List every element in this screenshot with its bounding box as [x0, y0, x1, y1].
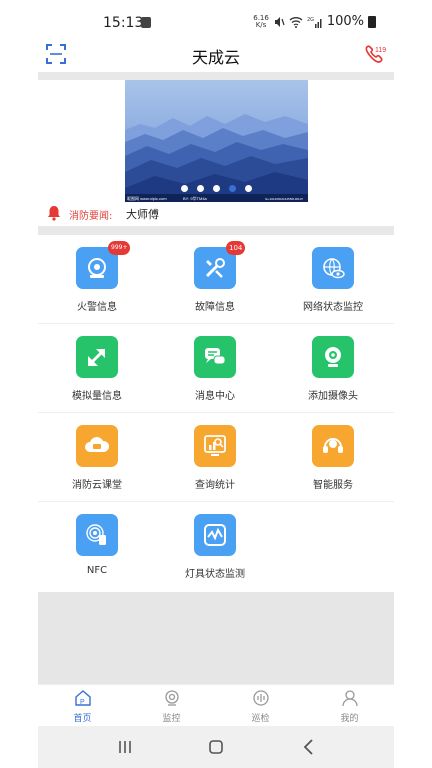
- grid-item-label: 灯具状态监测: [185, 569, 245, 580]
- news-text[interactable]: 大师傅: [126, 206, 159, 222]
- feature-grid: 999+ 火警信息 104 故障信息 网络状态监控模拟量信息 消息中心 添加摄像头消防云课堂…: [38, 235, 394, 591]
- carousel-dots: [125, 185, 308, 192]
- grid-row: NFC 灯具状态监测: [38, 502, 394, 591]
- grid-item-label: NFC: [86, 565, 108, 576]
- system-nav-bar: [38, 726, 394, 768]
- svg-text:P: P: [80, 699, 85, 706]
- grid-item-label: 消防云课堂: [72, 480, 122, 491]
- chat-icon: [194, 336, 236, 378]
- carousel-dot[interactable]: [181, 185, 188, 192]
- carousel-dot[interactable]: [213, 185, 220, 192]
- grid-row: 模拟量信息 消息中心 添加摄像头: [38, 324, 394, 413]
- grid-item[interactable]: 消防云课堂: [38, 413, 156, 501]
- nav-item-label: 巡检: [251, 714, 270, 724]
- grid-item[interactable]: 999+ 火警信息: [38, 235, 156, 323]
- grid-item[interactable]: 查询统计: [156, 413, 274, 501]
- net-speed-unit: K/s: [255, 20, 267, 29]
- nav-item-label: 首页: [73, 714, 92, 724]
- divider-strip: [38, 72, 394, 80]
- carousel-dot[interactable]: [245, 185, 252, 192]
- page-title: 天成云: [191, 48, 240, 67]
- grid-item[interactable]: 模拟量信息: [38, 324, 156, 412]
- grid-row: 999+ 火警信息 104 故障信息 网络状态监控: [38, 235, 394, 324]
- status-right: 6.16 K/s 2G 100%: [253, 14, 376, 29]
- recents-icon[interactable]: [114, 736, 136, 758]
- grid-item-label: 故障信息: [195, 302, 235, 313]
- divider-strip-2: [38, 226, 394, 235]
- nav-item-label: 监控: [162, 714, 181, 724]
- home-button-icon[interactable]: [205, 736, 227, 758]
- banner-carousel[interactable]: 昵图网 www.nipic.com BY: 9华TM4a No.20140602…: [125, 80, 308, 202]
- headset-icon: [312, 425, 354, 467]
- notification-icon: [141, 17, 151, 28]
- grid-item[interactable]: 添加摄像头: [274, 324, 392, 412]
- empty-gray-area: [38, 592, 394, 684]
- nav-item[interactable]: 我的: [305, 685, 394, 726]
- carousel-dot[interactable]: [229, 185, 236, 192]
- grid-row: 消防云课堂 查询统计 智能服务: [38, 413, 394, 502]
- battery-percent: 100%: [326, 14, 364, 29]
- wifi-icon: [289, 16, 303, 28]
- grid-item[interactable]: 消息中心: [156, 324, 274, 412]
- count-badge: 999+: [108, 241, 131, 255]
- watermark-mid: BY: 9华TM4a: [183, 195, 208, 201]
- watermark-left: 昵图网 www.nipic.com: [127, 195, 167, 201]
- stats-search-icon: [194, 425, 236, 467]
- grid-item[interactable]: 智能服务: [274, 413, 392, 501]
- webcam-icon: [312, 336, 354, 378]
- grid-item-label: 火警信息: [77, 302, 117, 313]
- watermark-right: No.20140602164556130107: [265, 197, 303, 201]
- nav-item[interactable]: 监控: [127, 685, 216, 726]
- phone-119-label: 119: [375, 47, 386, 54]
- nav-item-label: 我的: [340, 714, 359, 724]
- news-ticker[interactable]: 消防要闻: 大师傅: [38, 203, 394, 225]
- count-badge: 104: [226, 241, 246, 255]
- bell-icon: [48, 206, 60, 221]
- mute-icon: [274, 16, 285, 27]
- nav-item[interactable]: 巡检: [216, 685, 305, 726]
- grid-item-label: 消息中心: [195, 391, 235, 402]
- grid-item-label: 网络状态监控: [303, 302, 363, 313]
- grid-item[interactable]: NFC: [38, 502, 156, 591]
- battery-icon: [368, 15, 376, 28]
- grid-item-label: 查询统计: [195, 480, 235, 491]
- grid-item[interactable]: 网络状态监控: [274, 235, 392, 323]
- grid-item-label: 添加摄像头: [308, 391, 358, 402]
- status-time: 15:13: [103, 15, 144, 31]
- grid-item-label: 模拟量信息: [72, 391, 122, 402]
- nav-item[interactable]: P 首页: [38, 685, 127, 726]
- cloud-class-icon: [76, 425, 118, 467]
- svg-text:2G: 2G: [307, 17, 314, 23]
- arrows-icon: [76, 336, 118, 378]
- grid-item-label: 智能服务: [313, 480, 353, 491]
- grid-item[interactable]: 灯具状态监测: [156, 502, 274, 591]
- grid-item[interactable]: 104 故障信息: [156, 235, 274, 323]
- carousel-dot[interactable]: [197, 185, 204, 192]
- title-bar: 天成云 119: [38, 38, 394, 72]
- mountain-image: 昵图网 www.nipic.com BY: 9华TM4a No.20140602…: [125, 80, 308, 202]
- news-label: 消防要闻:: [69, 211, 113, 222]
- net-speed: 6.16 K/s: [253, 14, 269, 29]
- signal-icon: 2G: [307, 17, 322, 28]
- phone-119-icon[interactable]: 119: [364, 44, 386, 64]
- network-eye-icon: [312, 247, 354, 289]
- back-icon[interactable]: [298, 736, 320, 758]
- lamp-monitor-icon: [194, 514, 236, 556]
- nfc-icon: [76, 514, 118, 556]
- bottom-nav: P 首页 监控 巡检 我的: [38, 684, 394, 726]
